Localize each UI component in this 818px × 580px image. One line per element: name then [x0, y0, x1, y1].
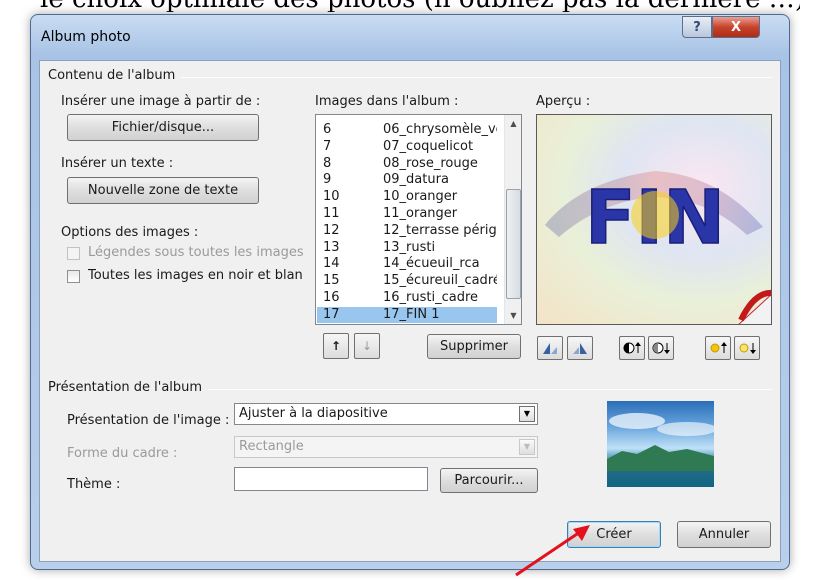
- list-item-name: 17_FIN 1: [383, 306, 440, 322]
- captions-checkbox[interactable]: [67, 247, 80, 260]
- window-title: Album photo: [41, 29, 131, 45]
- list-scrollbar[interactable]: ▲ ▼: [504, 115, 521, 324]
- frame-shape-label: Forme du cadre :: [67, 446, 178, 461]
- layout-preview-thumbnail: [607, 401, 714, 487]
- list-item[interactable]: 14 14_écueuil_rca: [317, 256, 497, 272]
- cancel-button[interactable]: Annuler: [677, 521, 771, 548]
- rotate-left-icon: [543, 343, 557, 354]
- scroll-up-icon[interactable]: ▲: [505, 115, 521, 132]
- album-content-group-label: Contenu de l'album: [48, 68, 182, 83]
- list-item-name: 12_terrasse périgi: [383, 222, 497, 238]
- image-layout-select[interactable]: Ajuster à la diapositive ▼: [234, 403, 538, 425]
- move-down-button[interactable]: ↓: [354, 333, 380, 359]
- list-item-number: 7: [323, 138, 332, 154]
- list-item-number: 15: [323, 273, 340, 289]
- list-item-name: 11_oranger: [383, 206, 458, 221]
- dialog-body: Contenu de l'album Insérer une image à p…: [39, 60, 781, 562]
- move-up-button[interactable]: ↑: [323, 333, 349, 359]
- brightness-up-icon: [710, 342, 727, 353]
- list-item-number: 8: [323, 155, 332, 171]
- list-item[interactable]: 10 10_oranger: [317, 189, 497, 205]
- chevron-down-icon[interactable]: ▼: [519, 439, 535, 455]
- album-photo-dialog: Album photo ? X Contenu de l'album Insér…: [30, 14, 790, 570]
- list-item-name: 07_coquelicot: [383, 138, 474, 154]
- image-options-label: Options des images :: [61, 225, 199, 240]
- scroll-down-icon[interactable]: ▼: [505, 307, 521, 324]
- contrast-up-icon: [623, 342, 641, 354]
- list-item-number: 10: [323, 189, 340, 205]
- help-button[interactable]: ?: [682, 16, 712, 38]
- list-item-number: 11: [323, 206, 340, 221]
- list-item-number: 12: [323, 222, 340, 238]
- close-button[interactable]: X: [712, 16, 760, 38]
- background-document-text: le choix optimale des photos (n’oubliez …: [40, 0, 800, 12]
- list-item-name: 15_écureuil_cadré: [383, 273, 497, 289]
- images-in-album-label: Images dans l'album :: [315, 94, 459, 109]
- chevron-down-icon[interactable]: ▼: [519, 406, 535, 422]
- list-item-name: 08_rose_rouge: [383, 155, 478, 171]
- list-item-name: 10_oranger: [383, 189, 458, 205]
- list-item-name: 13_rusti: [383, 239, 436, 255]
- list-item-number: 9: [323, 172, 332, 188]
- list-item[interactable]: 15 15_écureuil_cadré: [317, 273, 497, 289]
- frame-shape-value: Rectangle: [239, 439, 304, 454]
- list-item[interactable]: 6 06_chrysomèle_ve: [317, 122, 497, 138]
- image-layout-label: Présentation de l'image :: [67, 413, 230, 428]
- fin-preview-graphic: FIN: [545, 171, 771, 324]
- images-list[interactable]: 6 06_chrysomèle_ve 7 07_coquelicot 8 08_rose_…: [315, 114, 522, 325]
- theme-input[interactable]: [234, 467, 428, 491]
- brightness-up-button[interactable]: [705, 336, 731, 360]
- black-white-checkbox-label: Toutes les images en noir et blanc: [88, 268, 303, 283]
- contrast-down-button[interactable]: [648, 336, 674, 360]
- contrast-up-button[interactable]: [619, 336, 645, 360]
- list-item-name: 09_datura: [383, 172, 449, 188]
- list-item[interactable]: 12 12_terrasse périgi: [317, 223, 497, 239]
- captions-checkbox-label: Légendes sous toutes les images: [88, 245, 304, 260]
- brightness-down-icon: [739, 343, 756, 354]
- brightness-down-button[interactable]: [734, 336, 760, 360]
- album-layout-group-label: Présentation de l'album: [48, 380, 209, 395]
- list-item-name: 06_chrysomèle_ve: [383, 122, 497, 137]
- rotate-right-icon: [573, 343, 587, 354]
- file-disk-button[interactable]: Fichier/disque...: [67, 114, 259, 141]
- rotate-left-button[interactable]: [537, 336, 563, 360]
- theme-label: Thème :: [67, 477, 121, 492]
- insert-image-label: Insérer une image à partir de :: [61, 94, 261, 109]
- landscape-image: [607, 413, 714, 471]
- list-item-name: 16_rusti_cadre: [383, 290, 479, 305]
- scroll-thumb[interactable]: [506, 189, 521, 299]
- delete-button[interactable]: Supprimer: [427, 334, 521, 359]
- title-bar[interactable]: Album photo ? X: [31, 15, 789, 59]
- black-white-checkbox[interactable]: [67, 270, 80, 283]
- preview-label: Aperçu :: [536, 94, 591, 109]
- list-item-number: 17: [323, 306, 340, 322]
- rotate-right-button[interactable]: [567, 336, 593, 360]
- new-text-box-button[interactable]: Nouvelle zone de texte: [67, 177, 259, 204]
- list-item[interactable]: 7 07_coquelicot: [317, 139, 497, 155]
- list-item[interactable]: 17 17_FIN 1: [317, 306, 497, 323]
- list-item-number: 13: [323, 239, 340, 255]
- list-item-number: 16: [323, 290, 340, 305]
- list-item-number: 14: [323, 256, 340, 272]
- frame-shape-select[interactable]: Rectangle ▼: [234, 436, 538, 458]
- list-item[interactable]: 16 16_rusti_cadre: [317, 290, 497, 306]
- browse-button[interactable]: Parcourir...: [440, 468, 538, 493]
- list-item[interactable]: 8 08_rose_rouge: [317, 156, 497, 172]
- red-arrow-annotation: [515, 525, 590, 577]
- list-item-number: 6: [323, 122, 332, 137]
- list-item-name: 14_écueuil_rca: [383, 256, 480, 272]
- list-item[interactable]: 13 13_rusti: [317, 240, 497, 256]
- image-layout-value: Ajuster à la diapositive: [239, 406, 388, 421]
- list-item[interactable]: 11 11_oranger: [317, 206, 497, 222]
- contrast-down-icon: [652, 342, 670, 354]
- list-item[interactable]: 9 09_datura: [317, 172, 497, 188]
- insert-text-label: Insérer un texte :: [61, 156, 174, 171]
- preview-image: FIN: [536, 114, 772, 325]
